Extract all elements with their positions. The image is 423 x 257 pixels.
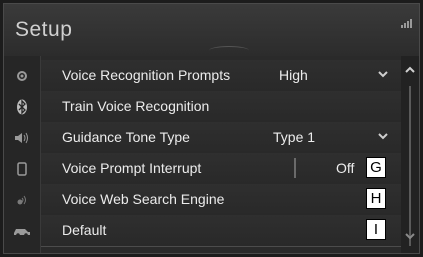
row-voice-prompt-interrupt[interactable]: Voice Prompt Interrupt Off G: [41, 153, 401, 185]
row-value: Type 1: [273, 129, 316, 145]
signal-icon: [401, 18, 415, 28]
chevron-up-icon[interactable]: [404, 64, 416, 76]
row-default[interactable]: Default I: [41, 215, 401, 247]
row-voice-web-search-engine[interactable]: Voice Web Search Engine H: [41, 184, 401, 216]
row-divider: [294, 158, 296, 178]
chevron-down-icon[interactable]: [377, 68, 389, 80]
scrollbar[interactable]: [401, 56, 419, 253]
phone-icon[interactable]: [4, 154, 40, 184]
page-title: Setup: [15, 18, 73, 41]
header-notch: [209, 46, 249, 55]
row-label: Train Voice Recognition: [62, 98, 210, 114]
bluetooth-icon[interactable]: [4, 92, 40, 122]
voice-icon[interactable]: [4, 185, 40, 215]
row-label: Voice Recognition Prompts: [62, 67, 231, 83]
row-label: Voice Prompt Interrupt: [62, 160, 202, 176]
car-icon[interactable]: [4, 216, 40, 246]
row-guidance-tone-type[interactable]: Guidance Tone Type Type 1: [41, 122, 401, 154]
sound-icon[interactable]: [4, 123, 40, 153]
chevron-down-icon[interactable]: [404, 230, 416, 242]
settings-list: Voice Recognition Prompts High Train Voi…: [41, 56, 401, 253]
row-value: High: [279, 67, 308, 83]
row-label: Guidance Tone Type: [62, 129, 190, 145]
row-voice-recognition-prompts[interactable]: Voice Recognition Prompts High: [41, 60, 401, 92]
settings-icon[interactable]: [4, 61, 40, 91]
scroll-track[interactable]: [409, 86, 411, 246]
row-label: Default: [62, 222, 107, 238]
row-train-voice-recognition[interactable]: Train Voice Recognition: [41, 91, 401, 123]
row-label: Voice Web Search Engine: [62, 191, 225, 207]
toggle-value[interactable]: Off: [336, 160, 354, 176]
chevron-down-icon[interactable]: [377, 130, 389, 142]
callout-label: G: [366, 157, 386, 178]
callout-label: I: [366, 219, 386, 240]
header-bar: Setup: [4, 4, 419, 56]
category-rail: [4, 56, 41, 253]
setup-screen: Setup Voice Recognition Prompts High Tra…: [3, 3, 420, 254]
callout-label: H: [366, 188, 386, 209]
